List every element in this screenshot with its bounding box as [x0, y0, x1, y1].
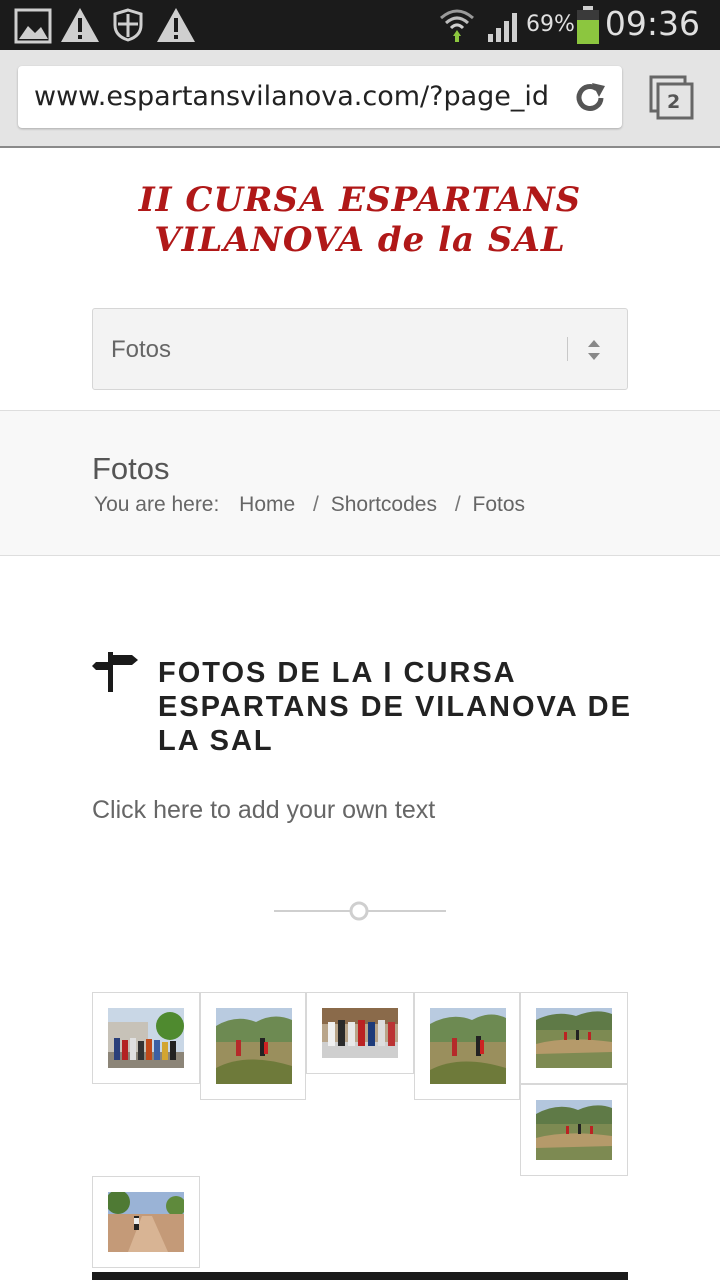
photo-runner-dirt-road — [108, 1192, 184, 1252]
warning-icon — [157, 8, 195, 42]
wifi-icon — [440, 9, 474, 42]
shield-icon — [113, 8, 143, 42]
status-bar: 69% 09:36 — [0, 0, 720, 50]
navigation-select[interactable]: Fotos — [92, 308, 628, 390]
section-heading: FOTOS DE LA I CURSA ESPARTANS DE VILANOV… — [158, 657, 632, 757]
gallery-thumbnail[interactable] — [200, 992, 306, 1100]
breadcrumb-home[interactable]: Home — [239, 493, 295, 516]
gallery-thumbnail[interactable] — [92, 992, 200, 1084]
gallery-thumbnail[interactable] — [520, 1084, 628, 1176]
breadcrumb-current: Fotos — [472, 493, 526, 516]
photo-runners-group — [322, 1008, 398, 1058]
url-text[interactable]: www.espartansvilanova.com/?page_id — [34, 81, 562, 112]
page-title: Fotos — [92, 451, 170, 486]
battery-percent: 69% — [526, 12, 575, 37]
signal-icon — [488, 13, 517, 42]
select-divider — [567, 337, 568, 361]
gallery-icon — [14, 8, 52, 44]
gallery-thumbnail[interactable] — [414, 992, 520, 1100]
tab-count: 2 — [667, 91, 681, 113]
gallery-thumbnail[interactable] — [520, 992, 628, 1084]
address-bar[interactable]: www.espartansvilanova.com/?page_id — [18, 66, 622, 128]
photo-runners-trail-1 — [216, 1008, 292, 1084]
photo-trail-landscape-1 — [536, 1008, 612, 1068]
breadcrumb-separator: / — [313, 493, 319, 516]
divider-ornament — [274, 901, 446, 921]
select-arrows-icon — [588, 340, 600, 360]
photo-runners-trail-2 — [430, 1008, 506, 1084]
breadcrumb: You are here: Home / Shortcodes / Fotos — [94, 493, 531, 517]
content-image-strip — [92, 1272, 628, 1280]
signpost-icon — [92, 652, 138, 692]
browser-toolbar: www.espartansvilanova.com/?page_id — [0, 50, 720, 148]
logo-line-1: II CURSA ESPARTANS — [138, 180, 582, 220]
clock: 09:36 — [604, 4, 700, 43]
tabs-button[interactable]: 2 — [648, 74, 696, 126]
breadcrumb-shortcodes[interactable]: Shortcodes — [331, 493, 437, 516]
reload-icon[interactable] — [572, 80, 608, 116]
photo-runners-start — [108, 1008, 184, 1068]
navigation-select-value: Fotos — [111, 336, 172, 363]
warning-icon — [61, 8, 99, 42]
logo-line-2: VILANOVA de la SAL — [154, 220, 566, 260]
gallery-thumbnail[interactable] — [92, 1176, 200, 1268]
battery-icon — [577, 6, 599, 44]
breadcrumb-prefix: You are here: — [94, 493, 220, 516]
gallery-thumbnail[interactable] — [306, 992, 414, 1074]
page-title-bar: Fotos You are here: Home / Shortcodes / … — [0, 410, 720, 556]
site-logo[interactable]: II CURSA ESPARTANS VILANOVA de la SAL — [0, 180, 720, 260]
photo-trail-landscape-2 — [536, 1100, 612, 1160]
section-text: Click here to add your own text — [92, 796, 436, 824]
breadcrumb-separator: / — [454, 493, 461, 516]
